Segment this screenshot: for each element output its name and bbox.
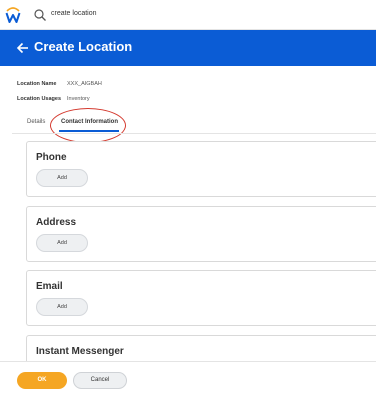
ok-button[interactable]: OK <box>17 372 67 389</box>
back-arrow-icon[interactable] <box>16 40 30 56</box>
add-email-button[interactable]: Add <box>36 298 88 316</box>
top-bar: create location <box>0 0 376 30</box>
page-header: Create Location <box>0 30 376 66</box>
highlight-circle-annotation <box>50 108 126 143</box>
search-icon[interactable] <box>33 8 47 22</box>
footer-bar: OK Cancel <box>0 361 376 399</box>
add-address-button[interactable]: Add <box>36 234 88 252</box>
instant-messenger-section-title: Instant Messenger <box>36 346 124 357</box>
workday-logo-icon[interactable] <box>5 6 21 24</box>
tab-details[interactable]: Details <box>27 119 45 125</box>
address-section: Address Add <box>26 206 376 262</box>
page-title: Create Location <box>34 39 133 54</box>
cancel-button[interactable]: Cancel <box>73 372 127 389</box>
tabs-divider <box>12 133 376 134</box>
email-section-title: Email <box>36 281 63 292</box>
search-input[interactable]: create location <box>51 10 97 17</box>
email-section: Email Add <box>26 270 376 326</box>
address-section-title: Address <box>36 217 77 228</box>
location-name-label: Location Name <box>17 81 57 87</box>
phone-section-title: Phone <box>36 152 67 163</box>
location-name-value: XXX_AIGBAH <box>67 81 102 87</box>
phone-section: Phone Add <box>26 141 376 197</box>
location-usages-label: Location Usages <box>17 96 62 102</box>
location-usages-value: Inventory <box>67 96 90 102</box>
add-phone-button[interactable]: Add <box>36 169 88 187</box>
